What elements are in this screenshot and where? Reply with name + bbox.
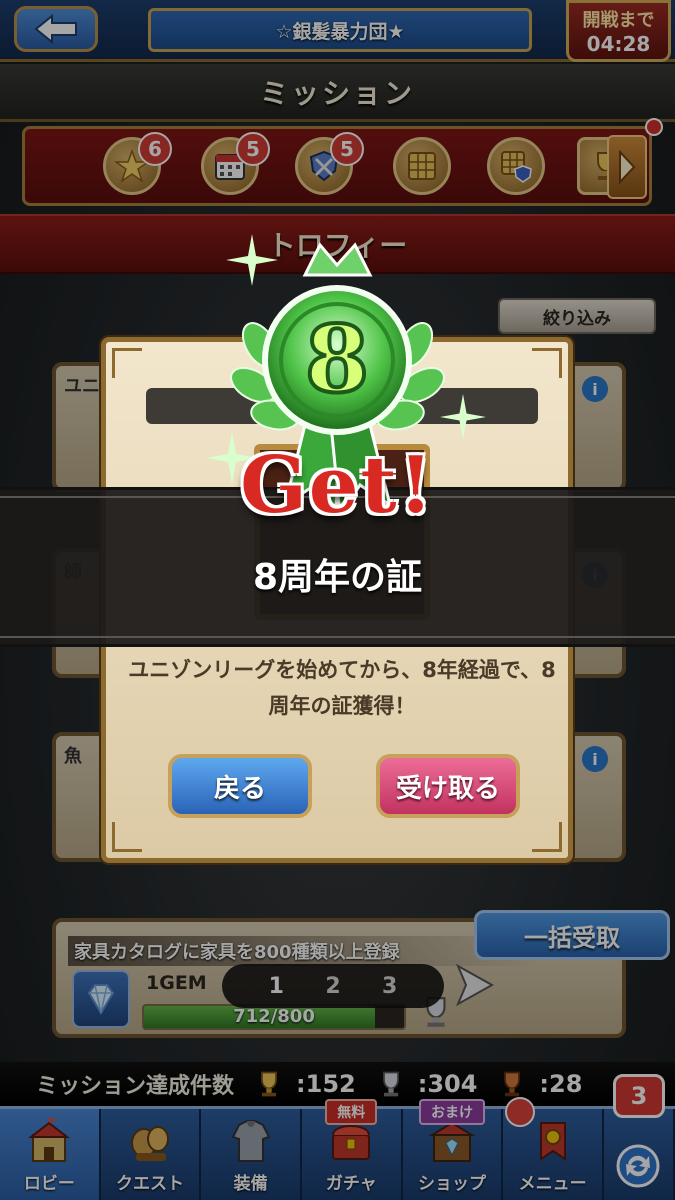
dialog-corner-ornament [532, 822, 562, 852]
dialog-corner-ornament [112, 822, 142, 852]
medal-number: 8 [305, 305, 369, 413]
sparkle-icon [440, 394, 486, 440]
award-name: 8周年の証 [252, 557, 423, 598]
dialog-description: ユニゾンリーグを始めてから、8年経過で、8周年の証獲得！ [128, 658, 556, 718]
sparkle-icon [226, 234, 278, 286]
dialog-corner-ornament [112, 348, 142, 378]
dialog-receive-button[interactable]: 受け取る [376, 754, 520, 818]
dialog-corner-ornament [532, 348, 562, 378]
dialog-back-button[interactable]: 戻る [168, 754, 312, 818]
get-label: Get! [240, 440, 435, 531]
